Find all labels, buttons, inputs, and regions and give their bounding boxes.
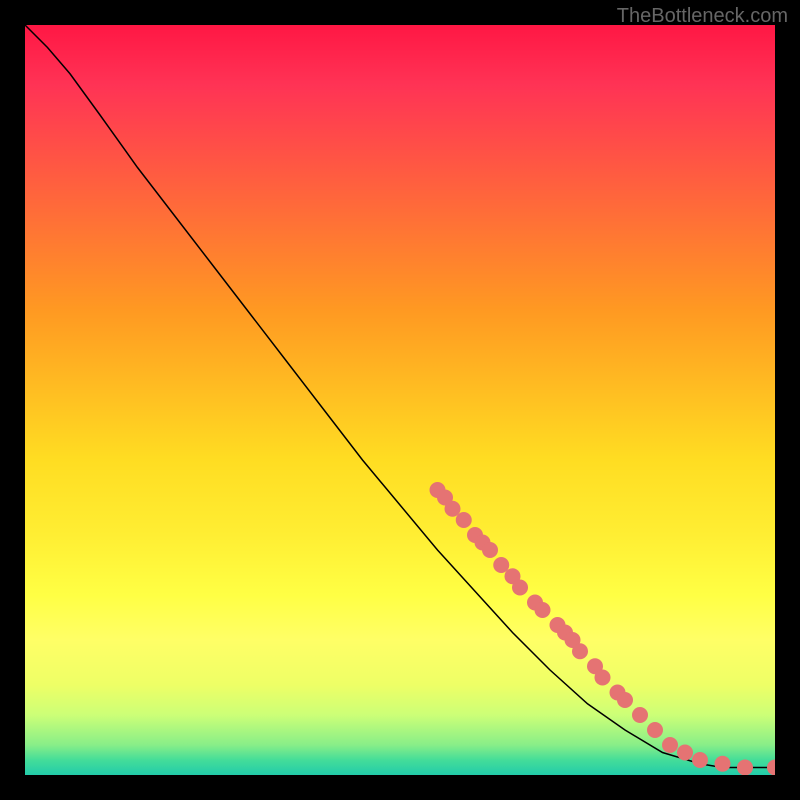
watermark-text: TheBottleneck.com: [617, 5, 788, 28]
chart-plot-area: [25, 25, 775, 775]
chart-scatter-points: [430, 482, 776, 775]
chart-line: [25, 25, 775, 768]
chart-svg: [25, 25, 775, 775]
